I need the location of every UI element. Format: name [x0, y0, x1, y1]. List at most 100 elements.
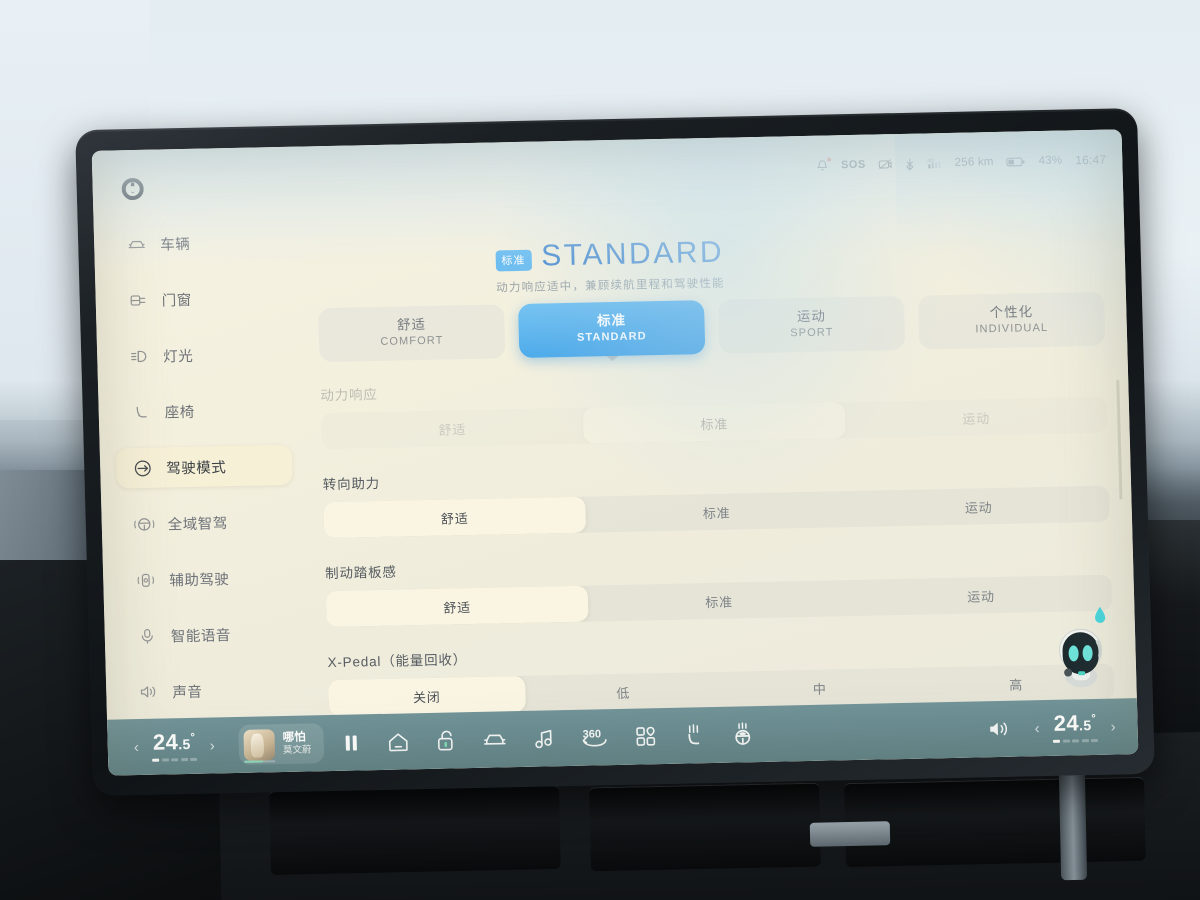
mode-tab-comfort[interactable]: 舒适 COMFORT — [318, 304, 506, 363]
temp-increase-button[interactable]: › — [1110, 718, 1115, 735]
segment-option[interactable]: 运动 — [850, 575, 1113, 616]
sidebar-item-label: 智能语音 — [170, 627, 232, 645]
music-icon[interactable] — [533, 728, 555, 749]
status-bar: SOS 4G 256 km 43% 16:47 — [816, 153, 1106, 173]
mode-tab-label-en: SPORT — [790, 326, 834, 340]
nomi-robot-avatar[interactable] — [1047, 606, 1115, 694]
battery-icon — [1006, 156, 1025, 167]
seat-heater-icon[interactable] — [682, 723, 705, 747]
nio-logo-icon[interactable] — [121, 178, 144, 205]
microphone-icon — [137, 625, 159, 646]
segment-option[interactable]: 标准 — [582, 402, 846, 444]
sidebar-item-label: 全域智驾 — [167, 515, 229, 533]
notification-dot — [826, 156, 831, 162]
segment-option[interactable]: 运动 — [847, 486, 1110, 527]
climate-control-right[interactable]: ‹ 24.5° › — [1034, 710, 1116, 744]
mode-tab-individual[interactable]: 个性化 INDIVIDUAL — [917, 291, 1106, 350]
drive-mode-tabs[interactable]: 舒适 COMFORT 标准 STANDARD 运动 SPORT 个性化 INDI… — [318, 291, 1106, 363]
adas-icon — [135, 569, 157, 590]
mode-tab-label-cn: 标准 — [596, 312, 627, 329]
temp-increase-button[interactable]: › — [210, 737, 215, 754]
segmented-control[interactable]: 舒适 标准 运动 — [323, 485, 1111, 539]
setting-group-steering-assist: 转向助力 舒适 标准 运动 — [322, 457, 1111, 539]
segment-option[interactable]: 标准 — [585, 491, 848, 532]
content-scrollbar[interactable] — [1116, 379, 1123, 500]
sidebar-item-label: 灯光 — [163, 348, 194, 365]
now-playing-card[interactable]: 哪怕 莫文蔚 — [238, 723, 324, 765]
camera-off-icon[interactable] — [879, 158, 893, 170]
album-art — [243, 728, 276, 761]
segment-option[interactable]: 舒适 — [325, 585, 589, 628]
mode-tab-label-cn: 个性化 — [989, 304, 1034, 321]
mode-tab-standard[interactable]: 标准 STANDARD — [517, 300, 706, 358]
temp-degree: ° — [1091, 712, 1097, 725]
segment-option[interactable]: 标准 — [588, 580, 851, 621]
steering-wheel-heater-icon[interactable] — [730, 722, 755, 746]
range-label: 256 km — [954, 156, 994, 169]
air-vent-right — [844, 776, 1146, 868]
sidebar-item-sound[interactable]: 声音 — [122, 669, 299, 713]
setting-group-brake-pedal-feel: 制动踏板感 舒适 标准 运动 — [325, 546, 1113, 628]
fan-level-bars — [1052, 738, 1099, 743]
battery-percent-label: 43% — [1038, 154, 1063, 168]
mode-tab-sport[interactable]: 运动 SPORT — [717, 295, 906, 354]
headlight-icon — [129, 345, 151, 366]
segmented-control[interactable]: 舒适 标准 运动 — [325, 574, 1113, 628]
pause-button[interactable] — [345, 734, 357, 751]
home-icon[interactable] — [386, 731, 410, 752]
temp-frac: .5 — [1078, 717, 1092, 734]
sidebar-item-label: 声音 — [172, 684, 203, 701]
apps-grid-icon[interactable] — [634, 725, 657, 747]
sidebar-item-voice-assistant[interactable]: 智能语音 — [120, 613, 297, 657]
infotainment-head-unit: SOS 4G 256 km 43% 16:47 车辆 门窗 灯光 座椅 驾驶模式… — [75, 108, 1155, 796]
seat-icon — [130, 401, 152, 422]
passenger-temperature[interactable]: 24.5° — [1052, 710, 1099, 743]
fan-level-bars — [152, 757, 198, 762]
sidebar-item-full-domain-autopilot[interactable]: 全域智驾 — [117, 501, 294, 545]
notification-bell-icon[interactable] — [816, 156, 831, 172]
temp-whole: 24 — [152, 729, 179, 755]
mode-tab-label-cn: 舒适 — [396, 317, 427, 333]
sidebar-item-seats[interactable]: 座椅 — [114, 389, 291, 433]
sidebar-item-label: 辅助驾驶 — [169, 571, 230, 589]
segmented-control[interactable]: 舒适 标准 运动 — [320, 396, 1108, 450]
sidebar-item-lights[interactable]: 灯光 — [113, 333, 290, 377]
sidebar-item-drive-mode[interactable]: 驾驶模式 — [115, 444, 293, 489]
segment-option[interactable]: 运动 — [845, 397, 1108, 438]
air-vent-left — [269, 784, 561, 876]
segment-option[interactable]: 低 — [525, 672, 722, 712]
segment-option[interactable]: 关闭 — [328, 675, 526, 717]
car-icon[interactable] — [481, 729, 508, 750]
selected-tab-caret-icon — [606, 355, 619, 362]
mode-badge: 标准 — [495, 249, 532, 271]
volume-icon[interactable] — [987, 719, 1011, 739]
vent-control-knob — [1058, 769, 1088, 881]
temp-decrease-button[interactable]: ‹ — [1034, 720, 1039, 737]
segment-option[interactable]: 舒适 — [323, 496, 587, 539]
temp-frac: .5 — [178, 735, 191, 753]
unlock-icon[interactable] — [435, 729, 456, 751]
taskbar-shortcuts[interactable]: 360 — [386, 722, 755, 754]
surround-view-360-icon[interactable]: 360 — [580, 726, 609, 749]
climate-control-left[interactable]: ‹ 24.5° › — [133, 729, 215, 762]
taskbar-right-cluster[interactable]: ‹ 24.5° › — [987, 710, 1138, 744]
touchscreen[interactable]: SOS 4G 256 km 43% 16:47 车辆 门窗 灯光 座椅 驾驶模式… — [91, 129, 1139, 776]
setting-group-power-response: 动力响应 舒适 标准 运动 — [320, 368, 1108, 450]
air-vent-center — [589, 782, 821, 872]
mode-tab-label-cn: 运动 — [796, 308, 827, 325]
segment-option[interactable]: 中 — [721, 668, 918, 708]
sidebar-item-label: 座椅 — [164, 404, 195, 421]
playback-progress[interactable] — [244, 760, 276, 763]
driver-temperature[interactable]: 24.5° — [151, 729, 198, 762]
segment-option[interactable]: 舒适 — [321, 408, 584, 449]
sidebar-item-driver-assist[interactable]: 辅助驾驶 — [119, 557, 296, 601]
page-title: STANDARD — [540, 235, 725, 273]
temp-decrease-button[interactable]: ‹ — [134, 739, 139, 756]
bluetooth-icon[interactable] — [906, 157, 915, 170]
water-drop-icon — [1093, 606, 1107, 630]
vent-chrome-trim — [809, 821, 891, 847]
cellular-signal-icon[interactable]: 4G — [928, 157, 942, 169]
mode-tab-label-en: INDIVIDUAL — [975, 321, 1049, 336]
sos-label[interactable]: SOS — [841, 159, 866, 172]
mode-tab-label-en: COMFORT — [380, 334, 444, 348]
